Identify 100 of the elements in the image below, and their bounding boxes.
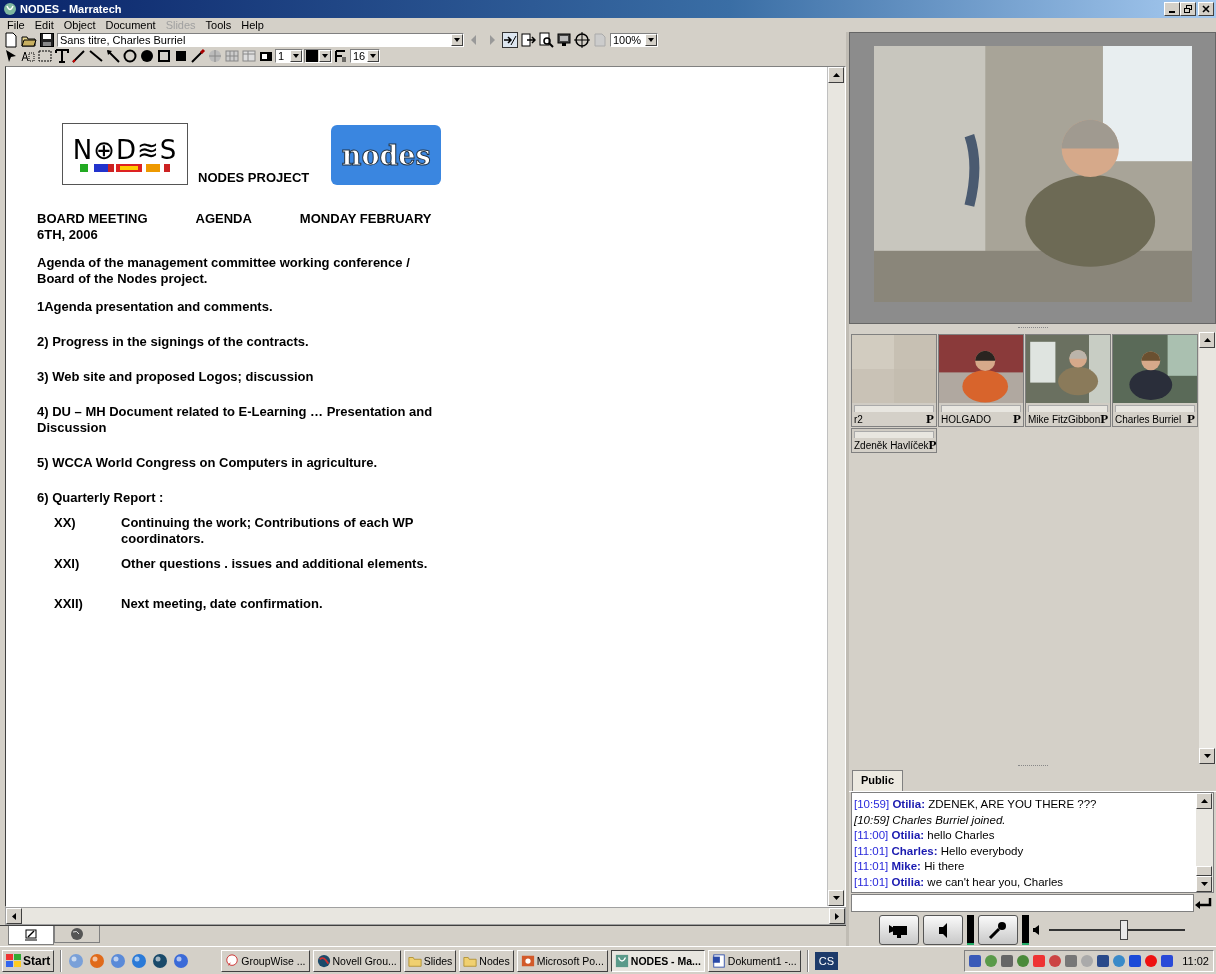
message-time: [11:01] <box>854 860 889 872</box>
taskbar-button[interactable]: Dokument1 -... <box>707 949 801 972</box>
pointer-pen-icon[interactable] <box>502 32 518 48</box>
filled-square-icon[interactable] <box>173 48 189 64</box>
color-dropdown[interactable] <box>304 49 332 63</box>
save-icon[interactable] <box>39 32 55 48</box>
scroll-up-button[interactable] <box>1196 793 1212 809</box>
agenda-item: Agenda of the management committee working conference / Board of the Nodes project. <box>37 255 411 287</box>
message-input[interactable] <box>851 894 1194 912</box>
document-dropdown[interactable]: Sans titre, Charles Burriel <box>57 33 464 47</box>
taskbar-button[interactable]: Novell Grou... <box>312 949 401 972</box>
message-time: [11:00] <box>854 829 889 841</box>
agenda-item: 3) Web site and proposed Logos; discussion <box>37 369 315 385</box>
menu-item[interactable]: Help <box>236 19 269 31</box>
status-icon[interactable] <box>1000 953 1015 968</box>
presence-label: P <box>926 411 934 427</box>
circle-outline-icon[interactable] <box>122 48 138 64</box>
selection-rectangle-icon[interactable] <box>37 48 53 64</box>
dropdown-arrow-icon[interactable] <box>648 38 654 42</box>
menu-item[interactable]: Tools <box>200 19 237 31</box>
agenda-item: 4) DU – MH Document related to E-Learning … Presentation and Discussion <box>37 404 434 436</box>
restore-icon <box>1184 5 1192 13</box>
scroll-thumb[interactable] <box>1196 866 1212 876</box>
minimize-button[interactable] <box>1164 2 1180 16</box>
agenda-item: 5) WCCA World Congress on Computers in agriculture. <box>37 455 379 471</box>
slider-thumb[interactable] <box>1119 919 1128 940</box>
zoom-dropdown[interactable]: 100% <box>610 33 658 47</box>
nodes-logo: N⊕D≋S <box>62 123 188 185</box>
status-icon[interactable] <box>968 953 983 968</box>
chat-bubble-icon <box>225 953 240 968</box>
taskbar-button[interactable]: Nodes <box>459 949 514 972</box>
tab[interactable] <box>8 926 54 945</box>
camera-button[interactable] <box>879 914 919 945</box>
message-time: [10:59] <box>854 798 890 810</box>
presence-label: P <box>928 437 937 453</box>
message-text: we can't hear you, Charles <box>927 875 1064 888</box>
scroll-left-button[interactable] <box>6 908 22 924</box>
restore-button[interactable] <box>1180 2 1196 16</box>
participant-name: Zdeněk Havlíček <box>854 439 929 451</box>
scroll-up-button[interactable] <box>1199 332 1215 348</box>
agenda-item: Next meeting, date confirmation. <box>121 596 323 612</box>
scroll-down-button[interactable] <box>1196 876 1212 892</box>
brush-icon[interactable] <box>190 48 206 64</box>
taskbar-button[interactable]: NODES - Ma... <box>610 949 705 972</box>
crosshair-icon[interactable] <box>574 32 590 48</box>
start-button[interactable]: Start <box>2 949 55 972</box>
status-icon[interactable] <box>1016 953 1031 968</box>
scroll-down-button[interactable] <box>1199 748 1215 764</box>
participant-name: Mike FitzGibbon <box>1028 413 1101 425</box>
menu-item[interactable]: Document <box>100 19 161 31</box>
arrow-line-icon[interactable] <box>105 48 121 64</box>
scroll-up-button[interactable] <box>828 67 844 83</box>
participant-name: Charles Burriel <box>1115 413 1183 425</box>
presence-label: P <box>1013 411 1021 427</box>
language-indicator[interactable]: CS <box>814 951 838 970</box>
close-button[interactable] <box>1198 2 1214 16</box>
line-width-dropdown[interactable]: 1 <box>275 49 303 63</box>
line-icon[interactable] <box>88 48 104 64</box>
font-icon[interactable] <box>333 48 349 64</box>
tab[interactable]: Public <box>852 770 903 791</box>
message-sender: Otilia: <box>891 875 925 888</box>
dropdown-arrow-icon[interactable] <box>370 54 376 58</box>
presentation-icon <box>520 953 535 968</box>
taskbar-button[interactable]: Slides <box>403 949 457 972</box>
participant-name: HOLGADO <box>941 413 992 425</box>
chat-event: [10:59] Charles Burriel joined. <box>854 812 1007 828</box>
item-number: XX) <box>53 515 77 532</box>
dropdown-arrow-icon[interactable] <box>293 54 299 58</box>
magnifier-icon[interactable] <box>538 32 554 48</box>
enter-icon[interactable] <box>1194 896 1214 910</box>
dropdown-arrow-icon[interactable] <box>322 54 328 58</box>
menu-item[interactable]: File <box>2 19 30 31</box>
taskbar-button[interactable]: Microsoft Po... <box>516 949 608 972</box>
menu-item[interactable]: Edit <box>29 19 59 31</box>
down-arrow-icon <box>832 896 840 900</box>
horizontal-scrollbar[interactable] <box>5 907 846 925</box>
volume-slider[interactable] <box>1049 919 1185 940</box>
close-icon <box>1202 5 1210 13</box>
scroll-down-button[interactable] <box>828 890 844 906</box>
pencil-icon[interactable] <box>71 48 87 64</box>
nodes-logo: nodes <box>331 125 442 185</box>
tab[interactable] <box>54 926 100 943</box>
speaker-button[interactable] <box>923 914 963 945</box>
taskbar-button[interactable]: GroupWise ... <box>221 949 310 972</box>
menu-item[interactable]: Object <box>58 19 101 31</box>
windows-flag-icon <box>6 953 21 968</box>
monitor-icon[interactable] <box>556 32 572 48</box>
down-arrow-icon <box>1203 754 1211 758</box>
filled-circle-icon[interactable] <box>139 48 155 64</box>
message-time: [11:01] <box>854 844 889 857</box>
export-icon[interactable] <box>520 32 536 48</box>
scroll-right-button[interactable] <box>829 908 845 924</box>
square-outline-icon[interactable] <box>156 48 172 64</box>
text-tool-icon[interactable] <box>54 48 70 64</box>
meeting-heading: BOARD MEETING AGENDA MONDAY FEBRUARY 6TH, 2006 <box>37 211 433 243</box>
font-size-dropdown[interactable]: 16 <box>350 49 380 63</box>
message-text: Hi there <box>924 860 965 872</box>
microphone-button[interactable] <box>978 914 1018 945</box>
project-title: NODES PROJECT <box>198 170 310 185</box>
dropdown-arrow-icon[interactable] <box>454 38 460 42</box>
